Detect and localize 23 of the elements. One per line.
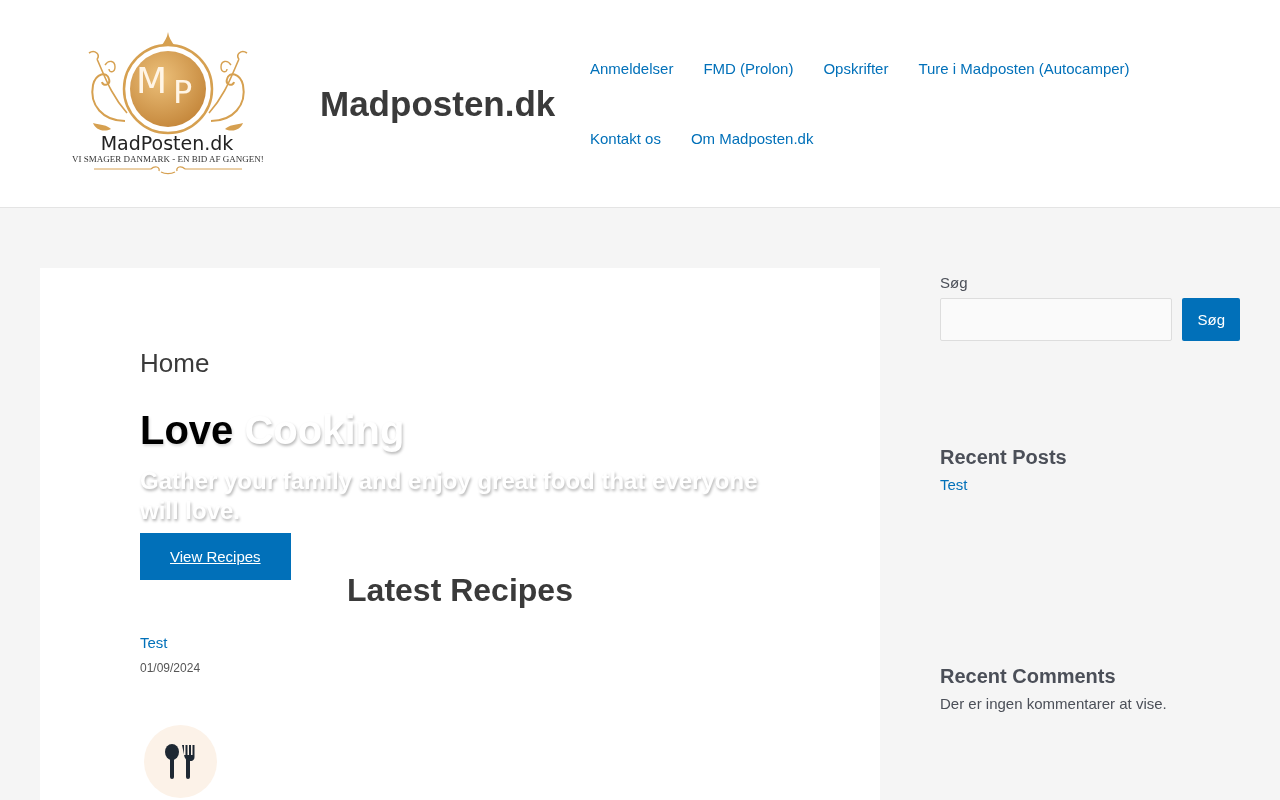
site-title[interactable]: Madposten.dk <box>320 82 556 125</box>
section-heading: Latest Recipes <box>346 574 574 606</box>
page-title: Home <box>140 348 211 379</box>
view-recipes-button[interactable]: View Recipes <box>140 533 291 580</box>
nav-link[interactable]: Anmeldelser <box>575 33 689 104</box>
recipe-date: 01/09/2024 <box>140 660 202 676</box>
no-comments-text: Der er ingen kommentarer at vise. <box>940 694 1168 714</box>
search-button[interactable]: Søg <box>1182 298 1240 341</box>
logo-tagline: VI SMAGER DANMARK - EN BID AF GANGEN! <box>72 153 264 163</box>
nav-link[interactable]: FMD (Prolon) <box>688 33 809 104</box>
nav-link[interactable]: Om Madposten.dk <box>675 103 829 174</box>
post-link[interactable]: Test <box>940 475 968 495</box>
recipe-link[interactable]: Test <box>140 633 168 653</box>
widget-heading: Recent Posts <box>940 445 1068 469</box>
nav-link[interactable]: Ture i Madposten (Autocamper) <box>903 33 1145 104</box>
search-label: Søg <box>940 273 969 293</box>
logo-wordmark: MadPosten.dk <box>100 131 234 154</box>
hero-heading: Love Cooking <box>140 405 780 455</box>
nav-link[interactable]: Opskrifter <box>808 33 904 104</box>
widget-heading: Recent Comments <box>940 664 1117 688</box>
search-field[interactable] <box>940 298 1173 341</box>
spoon-fork-icon <box>144 725 217 798</box>
nav-link[interactable]: Kontakt os <box>575 103 676 174</box>
